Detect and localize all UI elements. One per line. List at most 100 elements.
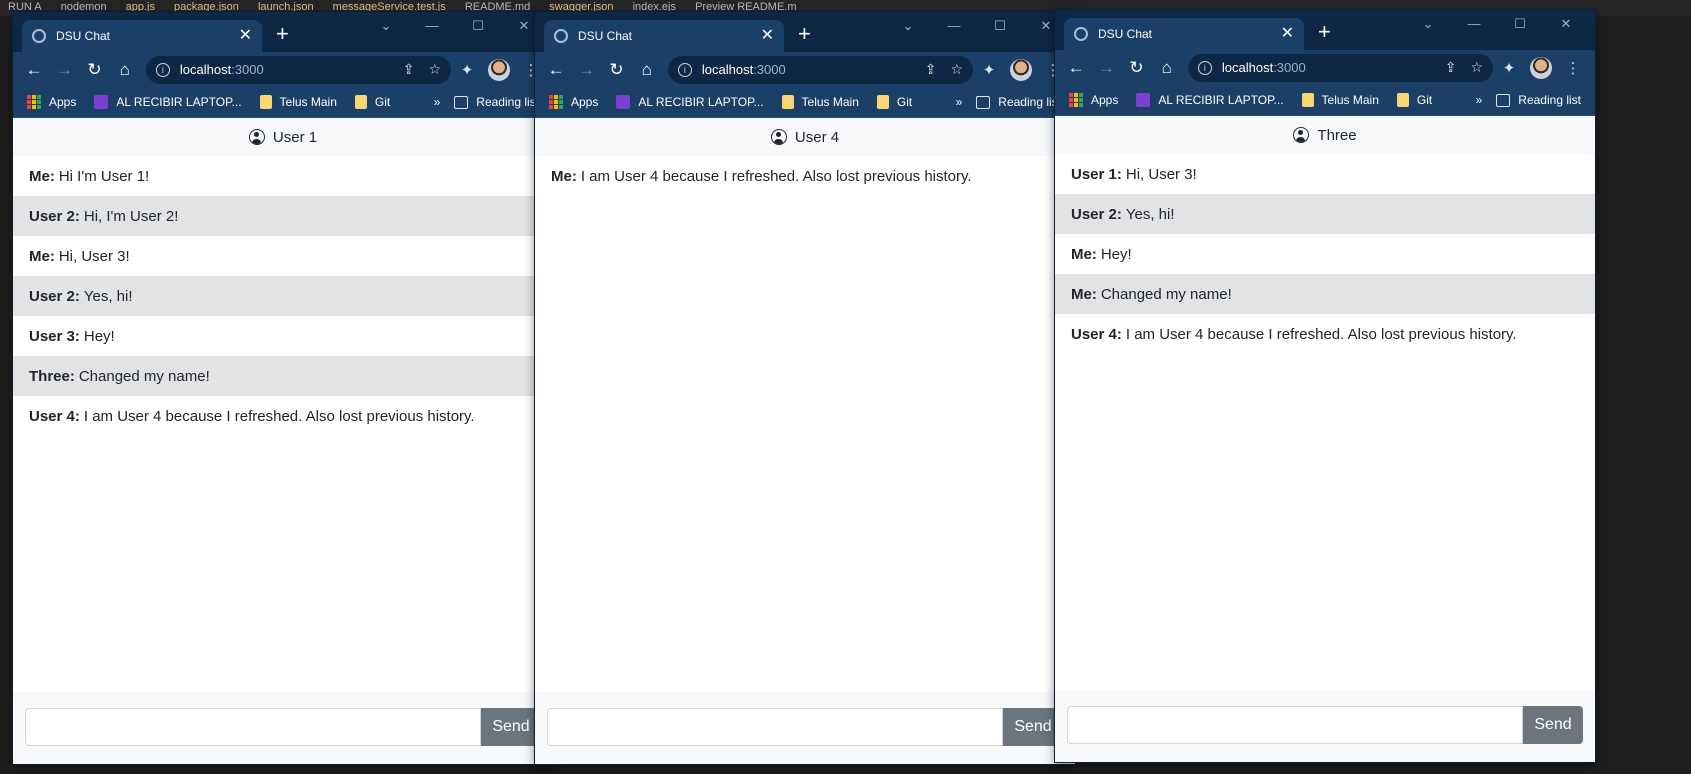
close-window-icon[interactable]: ✕ bbox=[1543, 16, 1589, 32]
site-info-icon[interactable]: i bbox=[677, 62, 692, 77]
message-sender: Me: bbox=[29, 247, 55, 265]
minimize-icon[interactable]: — bbox=[409, 18, 455, 34]
address-bar[interactable]: i localhost:3000 ⇪ ☆ bbox=[1187, 53, 1494, 82]
bookmark-apps[interactable]: Apps bbox=[27, 95, 76, 109]
share-icon[interactable]: ⇪ bbox=[925, 61, 937, 78]
bookmark-laptop[interactable]: AL RECIBIR LAPTOP... bbox=[1136, 93, 1284, 107]
new-tab-button[interactable]: + bbox=[1318, 20, 1331, 44]
chat-footer: Send bbox=[535, 692, 1075, 764]
bookmark-git[interactable]: Git bbox=[876, 95, 912, 109]
extensions-icon[interactable]: ✦ bbox=[973, 61, 1005, 79]
bookmarks-overflow-icon[interactable]: » bbox=[1476, 93, 1483, 107]
minimize-icon[interactable]: — bbox=[931, 18, 977, 34]
bookmark-label: AL RECIBIR LAPTOP... bbox=[116, 95, 242, 109]
site-info-icon[interactable]: i bbox=[1197, 60, 1212, 75]
message-input[interactable] bbox=[547, 708, 1003, 746]
bookmark-telus[interactable]: Telus Main bbox=[1301, 93, 1379, 107]
tab-search-icon[interactable]: ⌄ bbox=[885, 18, 931, 34]
bookmarks-overflow-icon[interactable]: » bbox=[434, 95, 441, 109]
bookmark-apps[interactable]: Apps bbox=[549, 95, 598, 109]
bookmark-apps[interactable]: Apps bbox=[1069, 93, 1118, 107]
user-circle-icon bbox=[1293, 127, 1310, 143]
back-icon[interactable]: ← bbox=[541, 60, 571, 80]
tab-title: DSU Chat bbox=[578, 29, 633, 43]
bookmark-star-icon[interactable]: ☆ bbox=[428, 61, 441, 78]
close-tab-icon[interactable]: ✕ bbox=[761, 28, 774, 44]
maximize-icon[interactable]: ☐ bbox=[455, 18, 501, 34]
bookmark-label: Apps bbox=[49, 95, 77, 109]
back-icon[interactable]: ← bbox=[19, 60, 49, 80]
message-list: User 1: Hi, User 3! User 2: Yes, hi! Me: Hey!… bbox=[1055, 154, 1595, 354]
bookmark-star-icon[interactable]: ☆ bbox=[950, 61, 963, 78]
share-icon[interactable]: ⇪ bbox=[403, 61, 415, 78]
tab-search-icon[interactable]: ⌄ bbox=[363, 18, 409, 34]
new-tab-button[interactable]: + bbox=[798, 22, 811, 46]
site-info-icon[interactable]: i bbox=[155, 62, 170, 77]
bookmark-git[interactable]: Git bbox=[354, 95, 390, 109]
url-port: :3000 bbox=[231, 62, 264, 77]
forward-icon[interactable]: → bbox=[571, 60, 601, 80]
bookmark-telus[interactable]: Telus Main bbox=[259, 95, 337, 109]
bookmark-laptop[interactable]: AL RECIBIR LAPTOP... bbox=[616, 95, 764, 109]
send-button[interactable]: Send bbox=[1003, 708, 1063, 746]
reload-icon[interactable]: ↻ bbox=[1121, 58, 1151, 78]
address-bar[interactable]: i localhost:3000 ⇪ ☆ bbox=[667, 55, 974, 84]
message-row: Me: Hey! bbox=[1055, 234, 1595, 274]
bookmarks-bar: Apps AL RECIBIR LAPTOP... Telus Main Git… bbox=[13, 87, 553, 118]
bookmark-git[interactable]: Git bbox=[1396, 93, 1433, 107]
close-tab-icon[interactable]: ✕ bbox=[239, 28, 252, 44]
share-icon[interactable]: ⇪ bbox=[1445, 59, 1457, 76]
profile-avatar[interactable] bbox=[488, 58, 511, 81]
folder-icon bbox=[259, 95, 272, 109]
chat-page: User 4 Me: I am User 4 because I refreshe… bbox=[535, 118, 1075, 764]
tab-search-icon[interactable]: ⌄ bbox=[1405, 16, 1451, 32]
send-button[interactable]: Send bbox=[481, 708, 541, 746]
new-tab-button[interactable]: + bbox=[276, 22, 289, 46]
extensions-icon[interactable]: ✦ bbox=[1493, 59, 1525, 77]
message-row: Three: Changed my name! bbox=[13, 356, 553, 396]
user-circle-icon bbox=[770, 129, 787, 145]
home-icon[interactable]: ⌂ bbox=[632, 60, 662, 80]
back-icon[interactable]: ← bbox=[1061, 58, 1091, 78]
browser-tab[interactable]: DSU Chat ✕ bbox=[22, 20, 262, 52]
message-sender: Three: bbox=[29, 367, 75, 385]
bookmark-favicon bbox=[616, 95, 631, 109]
home-icon[interactable]: ⌂ bbox=[110, 60, 140, 80]
address-bar[interactable]: i localhost:3000 ⇪ ☆ bbox=[145, 55, 452, 84]
chat-header: User 4 bbox=[535, 118, 1075, 156]
reading-list-icon bbox=[1496, 93, 1511, 107]
bookmark-telus[interactable]: Telus Main bbox=[781, 95, 859, 109]
extensions-icon[interactable]: ✦ bbox=[451, 61, 483, 79]
home-icon[interactable]: ⌂ bbox=[1152, 58, 1182, 78]
maximize-icon[interactable]: ☐ bbox=[1497, 16, 1543, 32]
chat-page: User 1 Me: Hi I'm User 1! User 2: Hi, I'm U… bbox=[13, 118, 553, 764]
close-tab-icon[interactable]: ✕ bbox=[1281, 26, 1294, 42]
message-input[interactable] bbox=[25, 708, 481, 746]
reload-icon[interactable]: ↻ bbox=[601, 60, 631, 80]
maximize-icon[interactable]: ☐ bbox=[977, 18, 1023, 34]
browser-tab[interactable]: DSU Chat ✕ bbox=[544, 20, 784, 52]
url-host: localhost bbox=[179, 62, 232, 77]
message-row: User 4: I am User 4 because I refreshed. … bbox=[1055, 314, 1595, 354]
reading-list-button[interactable]: Reading list bbox=[976, 95, 1061, 109]
bookmark-star-icon[interactable]: ☆ bbox=[1470, 59, 1483, 76]
profile-avatar[interactable] bbox=[1530, 56, 1553, 79]
bookmark-laptop[interactable]: AL RECIBIR LAPTOP... bbox=[94, 95, 242, 109]
reload-icon[interactable]: ↻ bbox=[79, 60, 109, 80]
forward-icon[interactable]: → bbox=[1091, 58, 1121, 78]
bookmark-label: Git bbox=[1416, 93, 1433, 107]
profile-avatar[interactable] bbox=[1010, 58, 1033, 81]
reading-list-button[interactable]: Reading list bbox=[1496, 93, 1581, 107]
minimize-icon[interactable]: — bbox=[1451, 16, 1497, 32]
browser-tab[interactable]: DSU Chat ✕ bbox=[1064, 18, 1304, 50]
message-row: Me: Hi I'm User 1! bbox=[13, 156, 553, 196]
bookmarks-overflow-icon[interactable]: » bbox=[956, 95, 963, 109]
message-input[interactable] bbox=[1067, 706, 1523, 744]
send-button[interactable]: Send bbox=[1523, 706, 1583, 744]
bookmark-label: Apps bbox=[1091, 93, 1119, 107]
message-list: Me: I am User 4 because I refreshed. Also… bbox=[535, 156, 1075, 196]
forward-icon[interactable]: → bbox=[49, 60, 79, 80]
reading-list-button[interactable]: Reading list bbox=[454, 95, 539, 109]
bookmarks-bar: Apps AL RECIBIR LAPTOP... Telus Main Git… bbox=[1055, 85, 1595, 116]
menu-icon[interactable]: ⋮ bbox=[1557, 59, 1589, 77]
